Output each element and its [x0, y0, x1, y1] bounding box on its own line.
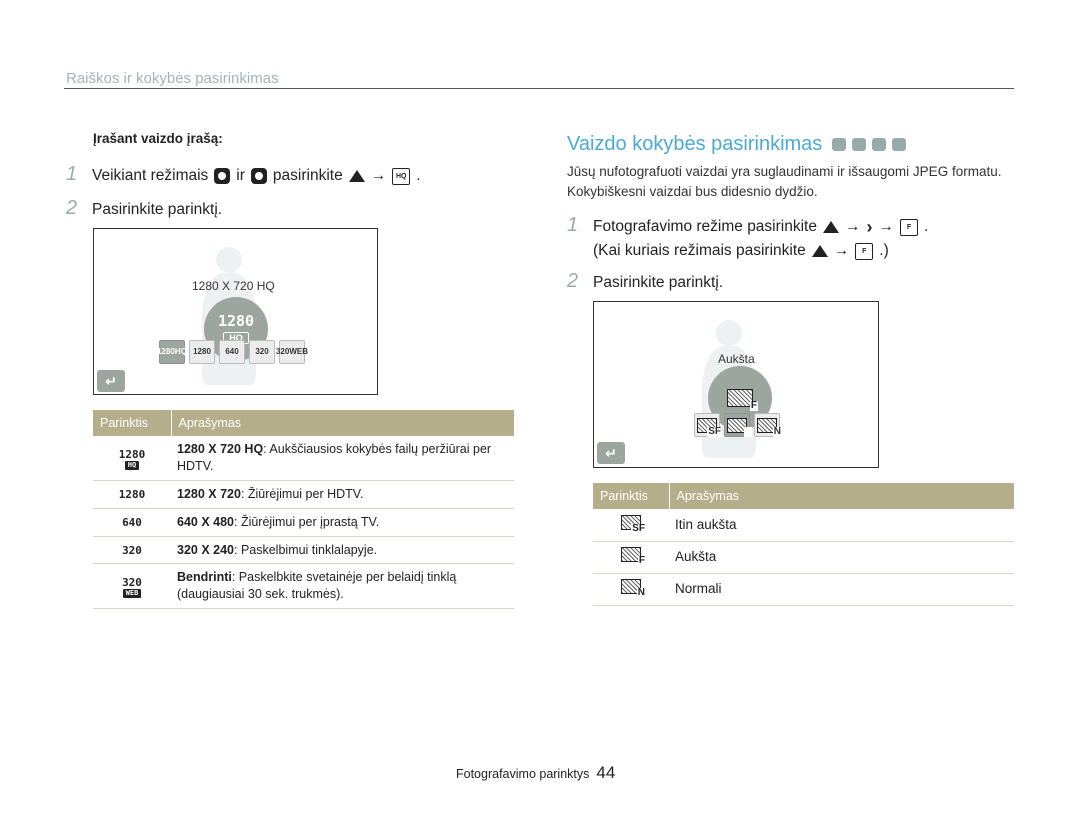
resolution-1280-hq-icon: 1280 HQ	[118, 447, 146, 470]
quality-icon: F	[855, 242, 874, 260]
quality-label: Normali	[669, 573, 1014, 606]
table-row: 320 WEB Bendrinti: Paskelbkite svetainėje…	[93, 563, 514, 610]
quality-normal-icon: N	[621, 579, 646, 599]
quality-label: Itin aukšta	[669, 509, 1014, 542]
step-number: 1	[567, 214, 579, 236]
step-text: ir	[236, 167, 245, 184]
table-row: 1280 1280 X 720: Žiūrėjimui per HDTV.	[93, 480, 514, 509]
resolution-icon: HQ	[392, 167, 411, 185]
quality-table: Parinktis Aprašymas SF Itin aukšta F Auk…	[593, 483, 1014, 606]
menu-icon	[811, 245, 828, 257]
step-number: 1	[66, 163, 78, 185]
step-end: .	[416, 167, 421, 184]
left-step-1: 1 Veikiant režimais ir pasirinkite → HQ …	[66, 163, 421, 186]
quality-fine-icon: F	[621, 547, 646, 567]
step-text: Veikiant režimais	[92, 167, 209, 184]
page-number: 44	[596, 763, 616, 782]
left-step-2: 2 Pasirinkite parinktį.	[66, 197, 222, 220]
option-1280[interactable]: 1280	[189, 340, 215, 364]
silhouette-head	[216, 247, 242, 273]
option-row: 1280 HQ 1280 640 320 320 WEB	[157, 340, 308, 364]
smart-movie-mode-icon	[250, 168, 267, 184]
back-button[interactable]: ↵	[597, 442, 625, 464]
page-title: Vaizdo kokybės pasirinkimas	[567, 133, 907, 156]
table-row: SF Itin aukšta	[593, 509, 1014, 542]
table-row: 640 640 X 480: Žiūrėjimui per įprastą TV…	[93, 508, 514, 537]
option-normal[interactable]: N	[754, 413, 782, 437]
arrow-glyph: →	[833, 242, 850, 259]
screen-caption: 1280 X 720 HQ	[192, 279, 275, 293]
dual-is-mode-icon	[892, 138, 907, 151]
mode-icons	[832, 138, 907, 151]
scene-mode-icon	[872, 138, 887, 151]
page-title-text: Vaizdo kokybės pasirinkimas	[567, 133, 823, 155]
table-row: F Aukšta	[593, 541, 1014, 574]
back-button[interactable]: ↵	[97, 370, 125, 392]
resolution-screen: 1280 X 720 HQ 1280 HQ 1280 HQ 1280 640 32…	[93, 228, 378, 395]
option-row: SF F N	[694, 413, 782, 437]
right-step-2: 2 Pasirinkite parinktį.	[567, 270, 723, 293]
step-end: .	[923, 218, 929, 235]
step-number: 2	[567, 270, 579, 292]
option-1280-hq[interactable]: 1280 HQ	[157, 340, 187, 364]
resolution-1280-icon: 1280	[118, 487, 146, 501]
table-header-option: Parinktis	[593, 483, 669, 509]
resolution-table: Parinktis Aprašymas 1280 HQ 1280 X 720 HQ…	[93, 410, 514, 610]
step-text: (Kai kuriais režimais pasirinkite	[593, 242, 806, 259]
step-text: Pasirinkite parinktį.	[92, 201, 223, 218]
table-row: 1280 HQ 1280 X 720 HQ: Aukščiausios kokyb…	[93, 436, 514, 481]
camera-mode-icon	[832, 138, 847, 151]
menu-icon	[822, 221, 839, 233]
arrow-glyph: →	[844, 218, 861, 235]
footer-text: Fotografavimo parinktys	[456, 767, 590, 781]
table-header-option: Parinktis	[93, 410, 171, 436]
quality-icon: F	[899, 218, 918, 236]
step-text: Fotografavimo režime pasirinkite	[593, 218, 817, 235]
table-row: 320 320 X 240: Paskelbimui tinklalapyje.	[93, 536, 514, 565]
step-end: .)	[879, 242, 889, 259]
table-header-description: Aprašymas	[668, 483, 1014, 509]
quality-screen: Aukšta F SF F N ↵	[593, 301, 879, 468]
option-640[interactable]: 640	[219, 340, 245, 364]
selected-option-label: 1280	[217, 312, 255, 330]
quality-super-fine-icon: SF	[621, 514, 646, 534]
resolution-320-icon: 320	[122, 543, 142, 557]
step-number: 2	[66, 197, 78, 219]
step-text: Pasirinkite parinktį.	[593, 274, 724, 291]
arrow-glyph: →	[878, 218, 894, 235]
resolution-640-icon: 640	[122, 515, 142, 529]
header-rule	[64, 88, 1014, 89]
arrow-glyph: →	[370, 167, 387, 184]
option-super-fine[interactable]: SF	[694, 413, 722, 437]
silhouette-head	[716, 320, 742, 346]
section-title: Raiškos ir kokybės pasirinkimas	[66, 70, 279, 87]
quality-label: Aukšta	[669, 541, 1014, 574]
option-320-web[interactable]: 320 WEB	[276, 340, 308, 364]
quality-high-icon: F	[727, 389, 758, 411]
left-subheading: Įrašant vaizdo įrašą:	[93, 131, 223, 146]
intro-paragraph: Jūsų nufotografuoti vaizdai yra suglaudi…	[567, 164, 1002, 199]
menu-icon	[348, 170, 365, 182]
right-step-1: 1 Fotografavimo režime pasirinkite → › →…	[567, 214, 928, 260]
option-320[interactable]: 320	[249, 340, 275, 364]
screen-caption: Aukšta	[718, 352, 755, 366]
resolution-320-web-icon: 320 WEB	[122, 576, 142, 599]
movie-mode-icon	[214, 168, 231, 184]
table-row: N Normali	[593, 573, 1014, 606]
step-text: pasirinkite	[272, 167, 343, 184]
table-header-description: Aprašymas	[170, 410, 514, 436]
page-footer: Fotografavimo parinktys 44	[456, 763, 615, 783]
program-mode-icon	[852, 138, 867, 151]
option-fine[interactable]: F	[724, 413, 752, 437]
chevron-right-icon: ›	[866, 217, 873, 237]
